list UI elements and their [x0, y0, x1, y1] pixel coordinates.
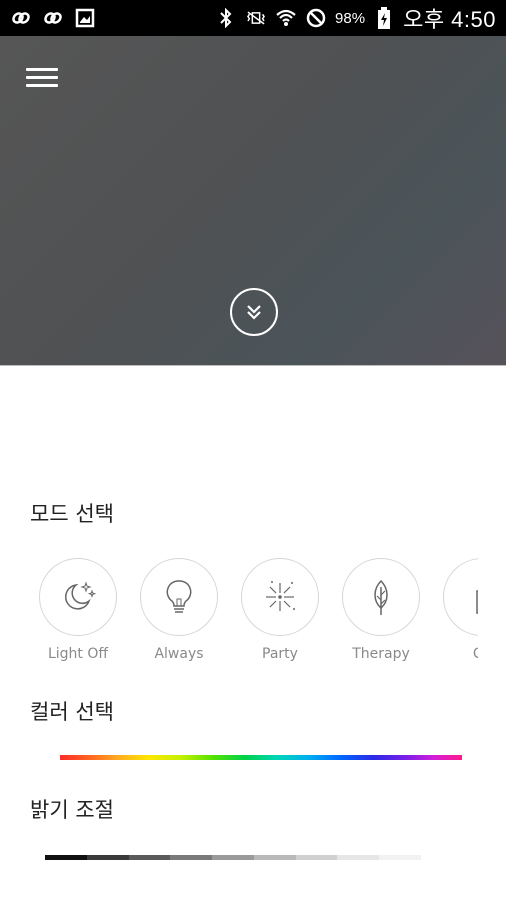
moon-stars-icon: [64, 581, 97, 610]
mode-light-off-circle[interactable]: [39, 558, 117, 636]
brightness-step[interactable]: [212, 855, 254, 860]
firework-icon: [266, 581, 295, 611]
hero-divider: [0, 365, 506, 366]
do-not-disturb-icon: [305, 7, 327, 29]
mode-therapy-circle[interactable]: [342, 558, 420, 636]
candle-icon: [476, 590, 478, 614]
battery-icon: [373, 7, 395, 29]
leaf-icon: [374, 579, 388, 615]
brightness-step[interactable]: [253, 855, 296, 860]
mode-label: Light Off: [47, 646, 109, 662]
mode-candle[interactable]: Ca: [442, 558, 478, 662]
lightbulb-icon: [166, 580, 192, 613]
brightness-step[interactable]: [295, 855, 338, 860]
mode-therapy[interactable]: Therapy: [341, 558, 421, 662]
color-section-title: 컬러 선택: [30, 700, 114, 724]
mode-label: Always: [154, 646, 204, 662]
vibrate-icon: [245, 7, 267, 29]
battery-percent: 98%: [335, 9, 366, 27]
color-spectrum-slider[interactable]: [60, 755, 462, 760]
brightness-step[interactable]: [170, 855, 213, 860]
mode-party[interactable]: Party: [240, 558, 320, 662]
mode-party-circle[interactable]: [241, 558, 319, 636]
wifi-icon: [275, 7, 297, 29]
brightness-step[interactable]: [86, 855, 129, 860]
mode-always[interactable]: Always: [139, 558, 219, 662]
mode-label: Ca: [472, 646, 478, 662]
mode-section-title: 모드 선택: [30, 502, 114, 526]
mode-candle-circle[interactable]: [443, 558, 478, 636]
brightness-step[interactable]: [45, 855, 87, 860]
mode-always-circle[interactable]: [140, 558, 218, 636]
brightness-step[interactable]: [337, 855, 380, 860]
brightness-slider[interactable]: [45, 855, 422, 860]
mode-label: Party: [262, 646, 298, 662]
image-icon: [74, 7, 96, 29]
link-icon: [10, 7, 32, 29]
link-icon: [42, 7, 64, 29]
brightness-section-title: 밝기 조절: [30, 798, 114, 822]
mode-light-off[interactable]: Light Off: [38, 558, 118, 662]
status-bar: 98% 오후 4:50: [0, 0, 506, 36]
status-bar-right: 98% 오후 4:50: [215, 2, 496, 34]
mode-label: Therapy: [352, 646, 410, 662]
status-time: 오후 4:50: [403, 7, 496, 32]
hero-panel: [0, 36, 506, 366]
bluetooth-icon: [215, 7, 237, 29]
double-chevron-down-icon[interactable]: [230, 288, 278, 336]
mode-list[interactable]: Light Off Always Party Therapy C: [38, 558, 478, 668]
brightness-step[interactable]: [379, 855, 422, 860]
hamburger-menu-icon[interactable]: [26, 66, 60, 92]
status-bar-left: [10, 7, 96, 29]
brightness-step[interactable]: [128, 855, 171, 860]
